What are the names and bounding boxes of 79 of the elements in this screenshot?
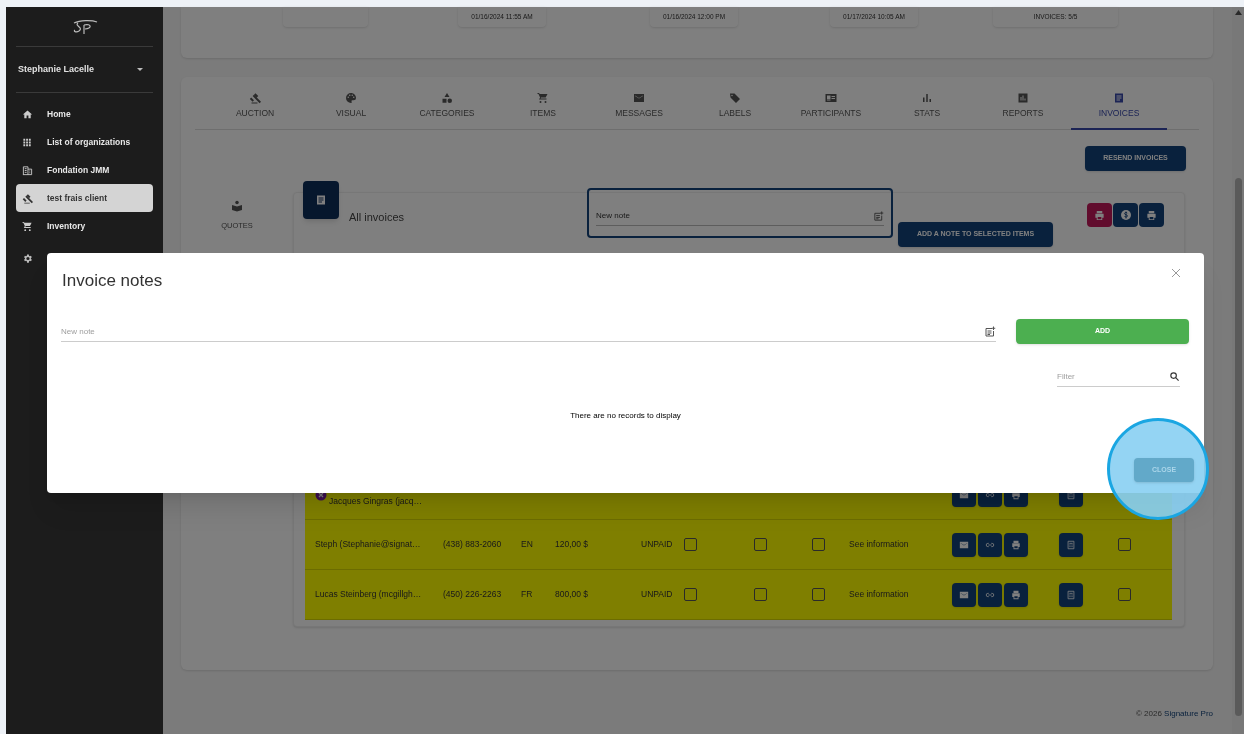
status-cell-text: UNPAID bbox=[640, 588, 674, 601]
checkbox[interactable] bbox=[754, 588, 767, 601]
name-cell: Steph (Stephanie@signat… bbox=[315, 538, 421, 551]
shapes-icon bbox=[441, 92, 453, 104]
home-icon bbox=[22, 108, 33, 120]
checkbox[interactable] bbox=[754, 538, 767, 551]
note-add-icon[interactable] bbox=[984, 326, 996, 338]
document-icon bbox=[1113, 92, 1125, 104]
see-information-link[interactable]: See information bbox=[849, 588, 952, 601]
tab[interactable]: STATS bbox=[879, 90, 975, 130]
grid-icon bbox=[22, 136, 33, 148]
print-icon bbox=[1094, 209, 1106, 221]
nav-item[interactable]: Inventory bbox=[16, 212, 153, 240]
note-field[interactable]: New note bbox=[596, 210, 874, 222]
caret-icon[interactable] bbox=[137, 67, 143, 72]
language-cell-text: EN bbox=[521, 538, 534, 551]
nav-item[interactable]: test frais client bbox=[16, 184, 153, 212]
tab[interactable]: PARTICIPANTS bbox=[783, 90, 879, 130]
payment-button[interactable] bbox=[1113, 203, 1139, 227]
book-reader-icon bbox=[231, 200, 243, 212]
amount-cell-text: 120,00 $ bbox=[555, 538, 590, 551]
gavel-icon bbox=[249, 92, 261, 104]
checkbox[interactable] bbox=[812, 588, 825, 601]
user-name[interactable]: Stephanie Lacelle bbox=[18, 62, 95, 77]
tab[interactable]: ITEMS bbox=[495, 90, 591, 130]
search-icon[interactable] bbox=[1169, 371, 1180, 382]
nav-item[interactable]: Fondation JMM bbox=[16, 156, 153, 184]
tab[interactable]: MESSAGES bbox=[591, 90, 687, 130]
tab[interactable]: CATEGORIES bbox=[399, 90, 495, 130]
nav-item[interactable]: Home bbox=[16, 100, 153, 128]
note-field[interactable]: New note bbox=[61, 326, 984, 338]
print-icon bbox=[1011, 589, 1021, 600]
checkbox[interactable] bbox=[684, 588, 697, 601]
signature-pro-link[interactable]: Signature Pro bbox=[1164, 709, 1213, 718]
print-icon bbox=[1011, 539, 1021, 550]
name-cell: Jacques Gingras (jacq… bbox=[329, 495, 423, 508]
mail-icon bbox=[633, 92, 645, 104]
report-icon bbox=[1017, 92, 1029, 104]
checkbox[interactable] bbox=[1118, 538, 1131, 551]
checkbox[interactable] bbox=[812, 538, 825, 551]
filter-field[interactable]: Filter bbox=[1057, 370, 1169, 383]
empty-message: There are no records to display bbox=[570, 409, 681, 422]
language-cell-text: FR bbox=[521, 588, 534, 601]
cart-icon bbox=[22, 220, 33, 232]
note-add-icon[interactable] bbox=[873, 210, 885, 222]
copyright-text: © 2026 Signature Pro bbox=[1135, 708, 1213, 720]
settings-icon[interactable] bbox=[22, 252, 33, 264]
phone-cell-text: (438) 883-2060 bbox=[443, 538, 503, 551]
building-icon bbox=[22, 164, 33, 176]
cart-icon bbox=[537, 92, 549, 104]
scroll-up-icon[interactable] bbox=[1234, 10, 1242, 15]
scrollbar-thumb[interactable] bbox=[1234, 178, 1242, 716]
tab[interactable]: AUCTION bbox=[207, 90, 303, 130]
tab[interactable]: VISUAL bbox=[303, 90, 399, 130]
id-card-icon bbox=[825, 92, 837, 104]
print-icon bbox=[1146, 209, 1158, 221]
tab[interactable]: INVOICES bbox=[1071, 90, 1167, 130]
palette-icon bbox=[345, 92, 357, 104]
document-icon bbox=[1066, 589, 1076, 600]
document-icon bbox=[1066, 539, 1076, 550]
status-cell-text: UNPAID bbox=[640, 538, 674, 551]
phone-cell-text: (450) 226-2263 bbox=[443, 588, 503, 601]
tag-icon bbox=[729, 92, 741, 104]
tab[interactable]: LABELS bbox=[687, 90, 783, 130]
tab[interactable]: REPORTS bbox=[975, 90, 1071, 130]
mail-icon bbox=[959, 589, 969, 600]
checkbox[interactable] bbox=[684, 538, 697, 551]
see-information-link[interactable]: See information bbox=[849, 538, 952, 551]
gavel-icon bbox=[22, 192, 33, 204]
bar-chart-icon bbox=[921, 92, 933, 104]
amount-cell-text: 800,00 $ bbox=[555, 588, 590, 601]
checkbox[interactable] bbox=[1118, 588, 1131, 601]
close-icon[interactable] bbox=[1172, 269, 1180, 277]
nav-item[interactable]: List of organizations bbox=[16, 128, 153, 156]
name-cell: Lucas Steinberg (mcgillgh… bbox=[315, 588, 422, 601]
panel-title: All invoices bbox=[349, 210, 405, 225]
dollar-icon bbox=[1119, 209, 1132, 221]
mail-icon bbox=[959, 539, 969, 550]
dialog-title: Invoice notes bbox=[62, 270, 163, 292]
